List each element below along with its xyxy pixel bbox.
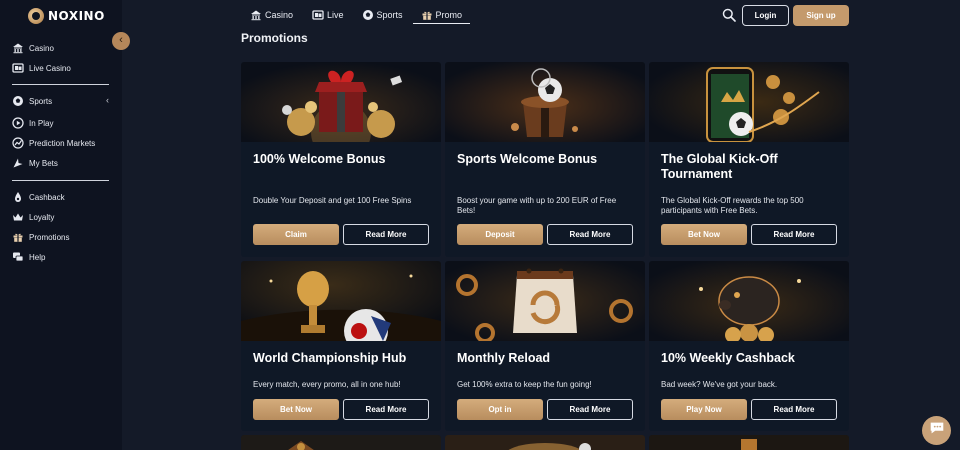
loyalty-crown-icon <box>12 211 24 223</box>
tab-label: Casino <box>265 10 294 20</box>
casino-icon <box>12 42 24 54</box>
promo-card-title: Sports Welcome Bonus <box>457 152 598 166</box>
promo-card: 10% Weekly Cashback Bad week? We've got … <box>649 261 849 431</box>
sidebar-item-cashback[interactable]: Cashback <box>12 187 109 207</box>
promo-card-image[interactable] <box>241 62 441 142</box>
sidebar-item-label: Live Casino <box>29 63 71 73</box>
my-bets-icon <box>12 157 24 169</box>
brand-logo[interactable]: NOXINO <box>28 8 105 24</box>
live-casino-icon <box>12 62 24 74</box>
promo-card-image[interactable] <box>445 261 645 341</box>
sidebar-item-promotions[interactable]: Promotions <box>12 227 109 247</box>
chevron-left-icon[interactable]: ‹ <box>106 95 109 105</box>
tab-promo[interactable]: Promo <box>412 6 471 24</box>
sidebar-item-sports[interactable]: Sports ‹ <box>12 91 109 111</box>
brand-logo-icon <box>28 8 44 24</box>
read-more-button[interactable]: Read More <box>547 399 633 420</box>
sidebar-item-casino[interactable]: Casino <box>12 38 109 58</box>
read-more-button[interactable]: Read More <box>343 224 429 245</box>
promo-card-image[interactable] <box>241 261 441 341</box>
tab-label: Sports <box>376 10 403 20</box>
promo-card-title: 100% Welcome Bonus <box>253 152 386 166</box>
promo-card-title: 10% Weekly Cashback <box>661 351 795 365</box>
sidebar-item-label: Sports <box>29 96 53 106</box>
promo-card-title: Monthly Reload <box>457 351 551 365</box>
sidebar: NOXINO Casino Live Casino Sports ‹ In Pl… <box>0 0 122 450</box>
promo-card-title: The Global Kick-Off Tournament <box>661 152 778 181</box>
read-more-button[interactable]: Read More <box>343 399 429 420</box>
play-now-button[interactable]: Play Now <box>661 399 747 420</box>
sidebar-item-help[interactable]: Help <box>12 247 109 267</box>
read-more-button[interactable]: Read More <box>751 399 837 420</box>
sidebar-item-live-casino[interactable]: Live Casino <box>12 58 109 78</box>
cashback-icon <box>12 191 24 203</box>
search-icon <box>722 8 736 26</box>
deposit-button[interactable]: Deposit <box>457 224 543 245</box>
search-button[interactable] <box>722 8 736 22</box>
sidebar-item-label: Cashback <box>29 192 65 202</box>
sidebar-collapse-button[interactable]: ‹ <box>112 32 130 50</box>
tab-label: Promo <box>435 9 463 20</box>
promotions-gift-icon <box>12 231 24 243</box>
sidebar-item-in-play[interactable]: In Play <box>12 113 109 133</box>
bet-now-button[interactable]: Bet Now <box>253 399 339 420</box>
sports-ball-icon <box>12 95 24 107</box>
promo-card-image[interactable] <box>445 62 645 142</box>
promo-card-description: The Global Kick-Off rewards the top 500 … <box>661 196 804 215</box>
sidebar-item-label: Prediction Markets <box>29 138 96 148</box>
promo-card: The Global Kick-Off Tournament The Globa… <box>649 62 849 257</box>
casino-icon <box>250 9 262 21</box>
sidebar-item-label: In Play <box>29 118 54 128</box>
sidebar-item-prediction-markets[interactable]: Prediction Markets <box>12 133 109 153</box>
promo-card-description: Every match, every promo, all in one hub… <box>253 380 401 389</box>
sidebar-item-label: Promotions <box>29 232 70 242</box>
sidebar-item-label: My Bets <box>29 158 58 168</box>
gift-icon <box>421 9 433 21</box>
promo-card: Sports Welcome Bonus Boost your game wit… <box>445 62 645 257</box>
opt-in-button[interactable]: Opt in <box>457 399 543 420</box>
tab-label: Live <box>327 10 344 20</box>
read-more-button[interactable]: Read More <box>751 224 837 245</box>
claim-button[interactable]: Claim <box>253 224 339 245</box>
sidebar-divider <box>12 84 109 85</box>
login-button[interactable]: Login <box>742 5 789 26</box>
sidebar-item-my-bets[interactable]: My Bets <box>12 153 109 173</box>
promo-card-image[interactable] <box>649 261 849 341</box>
brand-name: NOXINO <box>48 9 105 23</box>
promo-card-description: Get 100% extra to keep the fun going! <box>457 380 592 389</box>
bet-now-button[interactable]: Bet Now <box>661 224 747 245</box>
promo-card-description: Double Your Deposit and get 100 Free Spi… <box>253 196 412 205</box>
sidebar-item-loyalty[interactable]: Loyalty <box>12 207 109 227</box>
promo-card-title: World Championship Hub <box>253 351 407 365</box>
live-chat-button[interactable] <box>922 416 951 445</box>
sidebar-item-label: Help <box>29 252 46 262</box>
promo-card-description: Bad week? We've got your back. <box>661 380 778 389</box>
promo-card-partial[interactable] <box>649 435 849 450</box>
live-icon <box>312 9 324 21</box>
prediction-markets-icon <box>12 137 24 149</box>
top-nav-tabs: Casino Live Sports Promo <box>250 6 471 26</box>
chat-bubble-icon <box>928 419 946 442</box>
promo-card: World Championship Hub Every match, ever… <box>241 261 441 431</box>
sidebar-item-label: Casino <box>29 43 54 53</box>
tab-casino[interactable]: Casino <box>250 6 293 24</box>
sidebar-divider <box>12 180 109 181</box>
sports-ball-icon <box>362 9 374 21</box>
read-more-button[interactable]: Read More <box>547 224 633 245</box>
page-title: Promotions <box>241 31 308 45</box>
sidebar-item-label: Loyalty <box>29 212 55 222</box>
in-play-icon <box>12 117 24 129</box>
sidebar-nav: Casino Live Casino Sports ‹ In Play Pred… <box>12 38 109 267</box>
promo-card-image[interactable] <box>649 62 849 142</box>
promo-card-description: Boost your game with up to 200 EUR of Fr… <box>457 196 617 215</box>
signup-button[interactable]: Sign up <box>793 5 849 26</box>
promo-card-partial[interactable] <box>445 435 645 450</box>
tab-sports[interactable]: Sports <box>362 6 403 24</box>
tab-live[interactable]: Live <box>312 6 344 24</box>
promo-card: Monthly Reload Get 100% extra to keep th… <box>445 261 645 431</box>
promo-card: 100% Welcome Bonus Double Your Deposit a… <box>241 62 441 257</box>
help-icon <box>12 251 24 263</box>
promo-card-partial[interactable] <box>241 435 441 450</box>
